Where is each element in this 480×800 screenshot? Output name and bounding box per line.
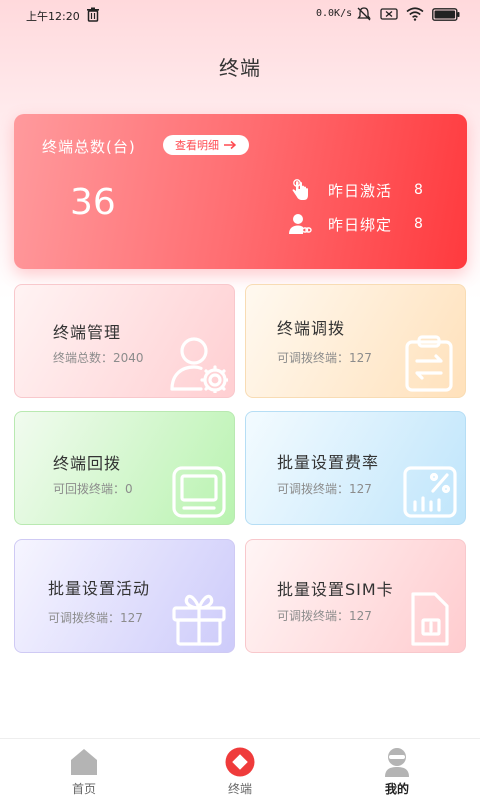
status-bar: 上午12:20 0.0K/s bbox=[0, 0, 480, 30]
user-link-icon bbox=[289, 214, 312, 234]
card-title: 批量设置SIM卡 bbox=[277, 580, 394, 599]
battery-icon bbox=[432, 7, 460, 21]
terminal-management-card[interactable]: 终端管理 终端总数：2040 bbox=[14, 284, 235, 398]
view-details-label: 查看明细 bbox=[175, 139, 219, 152]
card-subtitle: 可调拨终端：127 bbox=[277, 482, 372, 496]
batch-sim-card[interactable]: 批量设置SIM卡 可调拨终端：127 bbox=[245, 539, 466, 653]
batch-activity-card[interactable]: 批量设置活动 可调拨终端：127 bbox=[14, 539, 235, 653]
nav-label: 我的 bbox=[384, 782, 409, 796]
card-title: 终端回拨 bbox=[53, 454, 122, 473]
sim-card-icon bbox=[411, 592, 449, 646]
card-title: 批量设置活动 bbox=[48, 579, 151, 598]
terminal-recall-card[interactable]: 终端回拨 可回拨终端：0 bbox=[14, 411, 235, 525]
view-details-button[interactable]: 查看明细 bbox=[163, 135, 249, 155]
status-icons bbox=[356, 6, 460, 22]
stat-label: 昨日绑定 bbox=[328, 215, 393, 234]
nav-label: 终端 bbox=[227, 782, 252, 796]
card-subtitle: 可回拨终端：0 bbox=[53, 482, 133, 496]
user-settings-icon bbox=[170, 337, 228, 393]
stat-value: 8 bbox=[414, 182, 423, 198]
clipboard-transfer-icon bbox=[405, 335, 453, 392]
terminal-summary-card: 终端总数(台) 查看明细 36 昨日激活 8 昨日绑定 8 bbox=[14, 114, 467, 269]
terminal-device-icon bbox=[172, 466, 226, 518]
wifi-icon bbox=[406, 7, 424, 21]
card-subtitle: 可调拨终端：127 bbox=[277, 351, 372, 365]
page-title: 终端 bbox=[219, 56, 261, 80]
terminal-total-value: 36 bbox=[70, 182, 116, 223]
card-subtitle: 可调拨终端：127 bbox=[277, 609, 372, 623]
arrow-right-icon bbox=[224, 140, 237, 150]
network-speed: 0.0K/s bbox=[316, 8, 353, 19]
card-title: 终端调拨 bbox=[277, 319, 346, 338]
profile-icon bbox=[385, 748, 409, 777]
card-title: 批量设置费率 bbox=[277, 453, 380, 472]
nav-mine[interactable]: 我的 bbox=[357, 747, 437, 797]
stat-activated-yesterday: 昨日激活 8 bbox=[288, 178, 423, 202]
home-icon bbox=[71, 749, 97, 775]
batch-rate-card[interactable]: 批量设置费率 可调拨终端：127 bbox=[245, 411, 466, 525]
stat-value: 8 bbox=[414, 216, 423, 232]
card-subtitle: 可调拨终端：127 bbox=[48, 611, 143, 625]
summary-title: 终端总数(台) bbox=[42, 138, 136, 156]
trash-icon bbox=[87, 7, 99, 22]
card-title: 终端管理 bbox=[53, 323, 122, 342]
terminal-transfer-card[interactable]: 终端调拨 可调拨终端：127 bbox=[245, 284, 466, 398]
nav-terminal[interactable]: 终端 bbox=[200, 747, 280, 797]
stat-bound-yesterday: 昨日绑定 8 bbox=[288, 212, 423, 236]
nav-home[interactable]: 首页 bbox=[44, 747, 124, 797]
bottom-nav: 首页 终端 我的 bbox=[0, 738, 480, 800]
nav-label: 首页 bbox=[71, 782, 96, 796]
stat-label: 昨日激活 bbox=[328, 181, 393, 200]
hand-pointer-icon bbox=[292, 179, 308, 200]
mute-icon bbox=[357, 7, 371, 21]
sim-off-icon bbox=[380, 8, 398, 20]
gift-icon bbox=[172, 594, 226, 646]
rate-percent-icon bbox=[403, 466, 457, 518]
status-time: 上午12:20 bbox=[26, 10, 80, 23]
terminal-diamond-icon bbox=[225, 747, 255, 777]
card-subtitle: 终端总数：2040 bbox=[53, 351, 144, 365]
